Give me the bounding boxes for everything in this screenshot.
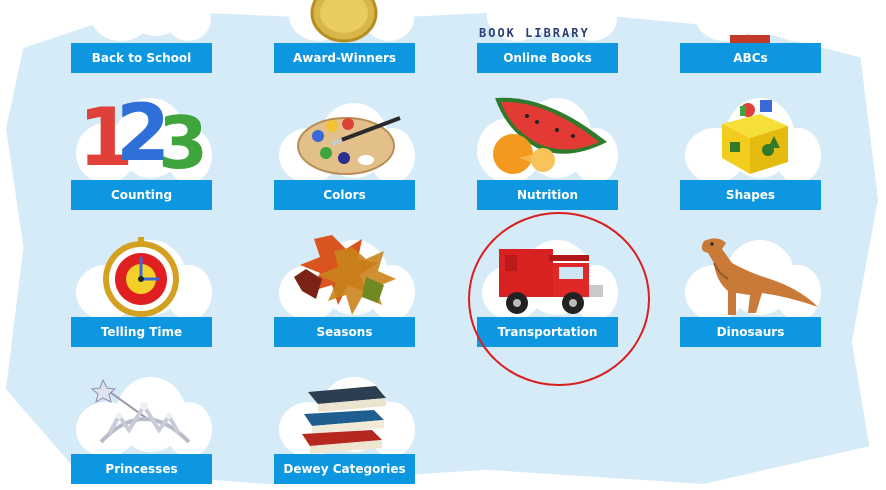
- tile-label[interactable]: Dewey Categories: [274, 454, 415, 484]
- dinosaur-icon: [701, 238, 818, 315]
- tile-dinosaurs[interactable]: Dinosaurs: [680, 227, 821, 347]
- tile-back-to-school[interactable]: Back to School: [71, 0, 212, 73]
- book-library-icon: BOOK LIBRARY: [479, 26, 619, 42]
- tile-shapes[interactable]: Shapes: [680, 90, 821, 210]
- tile-award-winners[interactable]: Award-Winners: [274, 0, 415, 73]
- tile-nutrition[interactable]: Nutrition: [477, 90, 618, 210]
- tile-princesses[interactable]: Princesses: [71, 364, 212, 484]
- tile-dewey-categories[interactable]: Dewey Categories: [274, 364, 415, 484]
- tile-colors[interactable]: Colors: [274, 90, 415, 210]
- autumn-leaves-icon: [294, 235, 396, 315]
- svg-text:3: 3: [158, 101, 206, 175]
- tile-label[interactable]: Dinosaurs: [680, 317, 821, 347]
- clock-icon: [103, 237, 179, 317]
- paint-palette-icon: [297, 116, 401, 175]
- tile-label[interactable]: Seasons: [274, 317, 415, 347]
- book-stack-icon: [302, 386, 386, 454]
- tile-label[interactable]: Counting: [71, 180, 212, 210]
- tiara-icon: [90, 378, 191, 444]
- tile-label[interactable]: Princesses: [71, 454, 212, 484]
- watermelon-icon: [493, 97, 607, 174]
- tile-label[interactable]: Nutrition: [477, 180, 618, 210]
- tile-abcs[interactable]: ABCs: [680, 0, 821, 73]
- tile-online-books[interactable]: BOOK LIBRARY Online Books: [477, 0, 618, 73]
- tile-label[interactable]: ABCs: [680, 43, 821, 73]
- tile-seasons[interactable]: Seasons: [274, 227, 415, 347]
- medal-icon: [310, 0, 378, 43]
- tile-label[interactable]: Colors: [274, 180, 415, 210]
- book-library-text: BOOK LIBRARY: [479, 26, 590, 40]
- tile-label[interactable]: Online Books: [477, 43, 618, 73]
- tile-label[interactable]: Telling Time: [71, 317, 212, 347]
- tile-label[interactable]: Award-Winners: [274, 43, 415, 73]
- tile-counting[interactable]: 1 2 3 Counting: [71, 90, 212, 210]
- shape-sorter-icon: [722, 100, 788, 174]
- numbers-123-icon: 1 2 3: [78, 90, 206, 175]
- highlight-circle: [468, 212, 650, 386]
- abc-blocks-icon: [730, 35, 770, 43]
- school-icon: [91, 33, 191, 43]
- tile-label[interactable]: Shapes: [680, 180, 821, 210]
- tile-telling-time[interactable]: Telling Time: [71, 227, 212, 347]
- tile-label[interactable]: Back to School: [71, 43, 212, 73]
